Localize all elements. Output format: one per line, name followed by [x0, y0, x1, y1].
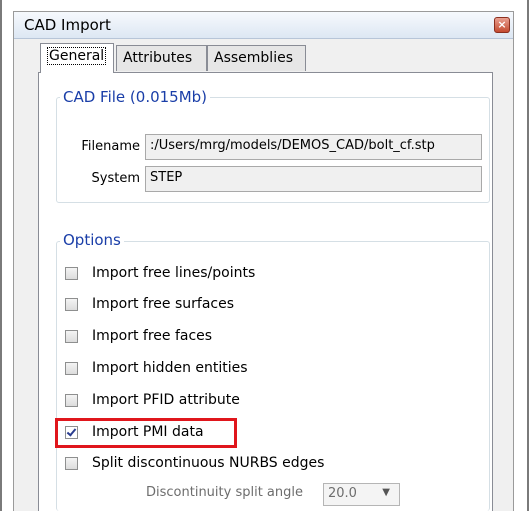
close-button[interactable]: ×: [494, 17, 510, 33]
tab-assemblies[interactable]: Assemblies: [207, 45, 306, 71]
checkbox-label: Import hidden entities: [92, 360, 248, 376]
filename-value: :/Users/mrg/models/DEMOS_CAD/bolt_cf.stp: [150, 138, 435, 153]
window-title: CAD Import: [24, 16, 111, 34]
filename-label: Filename: [81, 139, 140, 154]
checkbox-box[interactable]: [65, 394, 78, 407]
system-label: System: [91, 171, 140, 186]
tab-assemblies-label: Assemblies: [214, 50, 293, 66]
system-value: STEP: [150, 170, 183, 185]
system-field[interactable]: STEP: [145, 166, 482, 192]
tab-general-label: General: [47, 47, 107, 65]
highlight-annotation: [55, 418, 237, 448]
tab-attributes[interactable]: Attributes: [116, 45, 207, 71]
close-icon: ×: [497, 18, 507, 31]
checkbox-label: Import free lines/points: [92, 265, 256, 281]
chevron-down-icon[interactable]: ▼: [382, 487, 390, 498]
split-angle-select[interactable]: 20.0 ▼: [323, 483, 400, 506]
split-angle-label: Discontinuity split angle: [146, 485, 304, 500]
tab-general[interactable]: General: [40, 43, 114, 73]
options-group-title: Options: [60, 231, 124, 249]
checkbox-box[interactable]: [65, 362, 78, 375]
cad-file-group-title: CAD File (0.015Mb): [60, 88, 211, 106]
split-angle-value: 20.0: [328, 486, 357, 501]
checkbox-label: Split discontinuous NURBS edges: [92, 455, 325, 471]
filename-field[interactable]: :/Users/mrg/models/DEMOS_CAD/bolt_cf.stp: [145, 134, 482, 160]
checkbox-box[interactable]: [65, 267, 78, 280]
checkbox-label: Import free surfaces: [92, 296, 235, 312]
checkbox-label: Import PFID attribute: [92, 392, 240, 408]
background-window-edge-left: [0, 0, 2, 511]
checkbox-box[interactable]: [65, 457, 78, 470]
tab-attributes-label: Attributes: [123, 50, 193, 66]
title-bar[interactable]: CAD Import ×: [14, 12, 513, 39]
checkbox-label: Import free faces: [92, 328, 213, 344]
checkbox-box[interactable]: [65, 298, 78, 311]
checkbox-box[interactable]: [65, 330, 78, 343]
